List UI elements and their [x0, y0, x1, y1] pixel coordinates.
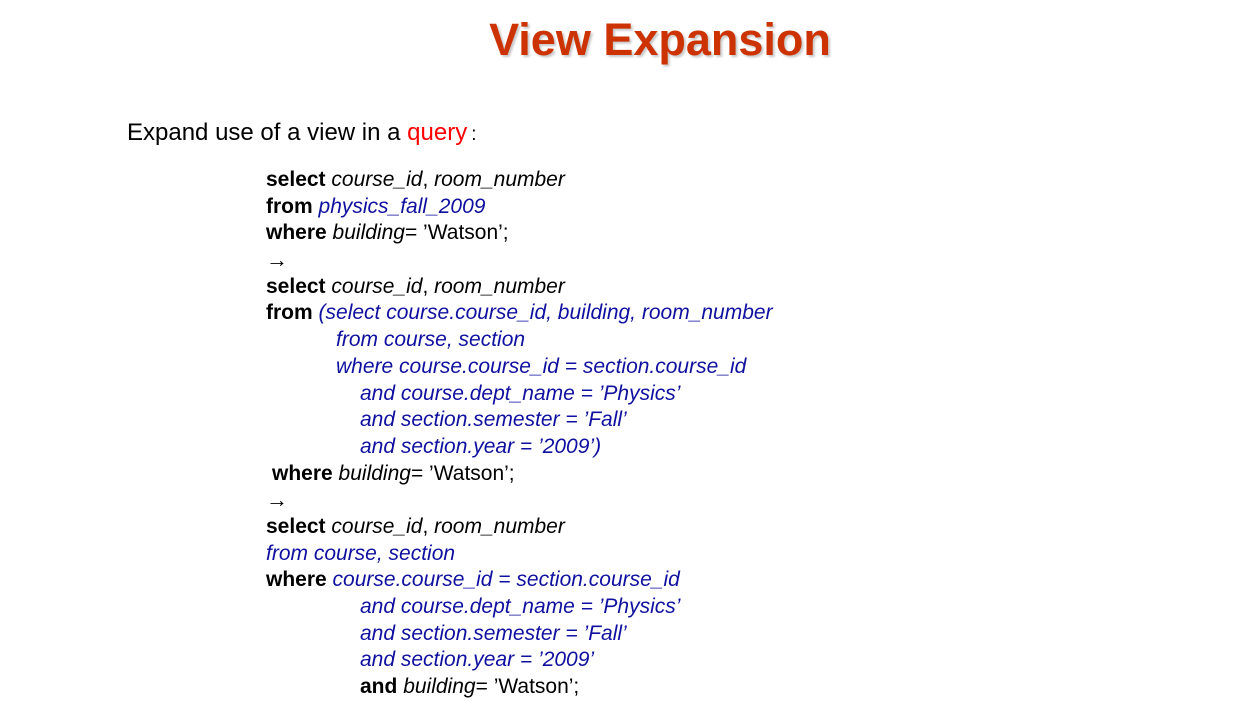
column-room-number: room_number: [434, 514, 565, 538]
q1-from-line: from physics_fall_2009: [266, 194, 773, 221]
q3-and-1: and course.dept_name = ’Physics’: [266, 594, 773, 621]
attr-building: building: [338, 461, 411, 485]
where-value: = ’Watson’;: [475, 675, 580, 699]
and-condition-3: and section.year = ’2009’: [360, 648, 595, 672]
q3-and-3: and section.year = ’2009’: [266, 647, 773, 674]
where-value: = ’Watson’;: [410, 461, 515, 485]
subquery-line-2: from course, section: [336, 328, 526, 352]
comma: ,: [422, 274, 435, 298]
subquery-line-1: (select course.course_id, building, room…: [318, 301, 773, 325]
where-keyword: where: [266, 568, 327, 592]
where-keyword: where: [272, 461, 333, 485]
q1-where-line: where building= ’Watson’;: [266, 220, 773, 247]
select-keyword: select: [266, 514, 326, 538]
q3-and-2: and section.semester = ’Fall’: [266, 621, 773, 648]
q2-subquery-from: from course, section: [266, 327, 773, 354]
arrow-1: →: [266, 247, 773, 274]
right-arrow-icon: →: [266, 247, 288, 273]
sql-code-block: select course_id, room_number from physi…: [266, 167, 773, 701]
where-value: = ’Watson’;: [404, 221, 509, 245]
from-keyword: from: [266, 194, 313, 218]
comma: ,: [422, 168, 435, 191]
q2-where-line: where building= ’Watson’;: [266, 461, 773, 488]
where-keyword: where: [266, 221, 327, 245]
intro-colon: :: [471, 124, 477, 145]
from-keyword: from: [266, 301, 313, 325]
slide-title: View Expansion: [489, 14, 831, 65]
from-clause: from course, section: [266, 541, 456, 565]
column-course-id: course_id: [331, 274, 423, 298]
q2-from-line: from (select course.course_id, building,…: [266, 300, 773, 327]
column-room-number: room_number: [434, 274, 565, 298]
and-condition-1: and course.dept_name = ’Physics’: [360, 595, 681, 618]
q2-subquery-where: where course.course_id = section.course_…: [266, 354, 773, 381]
intro-highlight: query: [407, 119, 468, 146]
join-condition: course.course_id = section.course_id: [332, 568, 680, 592]
column-course-id: course_id: [331, 514, 423, 538]
q3-select-line: select course_id, room_number: [266, 514, 773, 541]
q2-select-line: select course_id, room_number: [266, 274, 773, 301]
subquery-line-4: and course.dept_name = ’Physics’: [360, 381, 681, 405]
attr-building: building: [332, 221, 405, 245]
q3-and-4: and building= ’Watson’;: [266, 674, 773, 701]
subquery-line-6: and section.year = ’2009’): [360, 434, 602, 458]
subquery-line-5: and section.semester = ’Fall’: [360, 408, 627, 432]
intro-text: Expand use of a view in a query:: [127, 116, 477, 152]
column-course-id: course_id: [331, 168, 423, 191]
q1-select-line: select course_id, room_number: [266, 167, 773, 194]
and-keyword: and: [360, 675, 398, 699]
arrow-2: →: [266, 487, 773, 514]
subquery-line-3: where course.course_id = section.course_…: [336, 354, 747, 378]
column-room-number: room_number: [434, 168, 565, 191]
q3-from-line: from course, section: [266, 541, 773, 568]
comma: ,: [422, 514, 435, 538]
q3-where-line: where course.course_id = section.course_…: [266, 567, 773, 594]
right-arrow-icon: →: [266, 487, 288, 513]
view-name: physics_fall_2009: [318, 194, 486, 218]
select-keyword: select: [266, 274, 326, 298]
q2-subquery-and-1: and course.dept_name = ’Physics’: [266, 381, 773, 408]
intro-lead: Expand use of a view in a: [127, 119, 408, 146]
attr-building: building: [403, 675, 476, 699]
q2-subquery-and-3: and section.year = ’2009’): [266, 434, 773, 461]
select-keyword: select: [266, 168, 326, 191]
and-condition-2: and section.semester = ’Fall’: [360, 621, 627, 645]
q2-subquery-and-2: and section.semester = ’Fall’: [266, 407, 773, 434]
